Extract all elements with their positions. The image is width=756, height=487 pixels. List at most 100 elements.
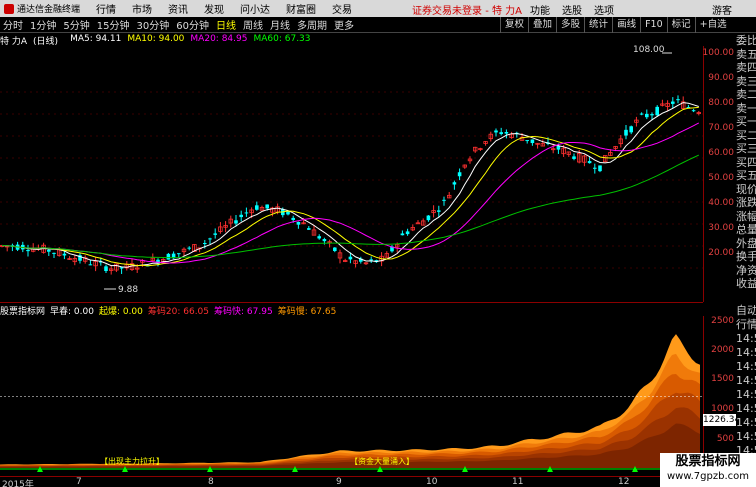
indicator-tick: 2500	[711, 316, 734, 326]
tab-monthly[interactable]: 月线	[270, 17, 290, 32]
candle-body	[639, 113, 644, 115]
statistics-button[interactable]: 统计	[584, 17, 612, 33]
menu-item-hangqing[interactable]: 行情	[96, 1, 116, 16]
candle-body	[499, 132, 503, 135]
candle-body	[624, 129, 628, 136]
side-panel-item: 卖二	[736, 88, 756, 101]
ma20-label: MA20: 84.95	[190, 34, 248, 44]
side-panel-item: 买三	[736, 142, 756, 155]
side-panel-item: 买二	[736, 128, 756, 142]
indicator-name[interactable]: 股票指标网	[0, 304, 45, 317]
side-panel-item: 14:5	[736, 360, 756, 373]
tab-5min[interactable]: 5分钟	[63, 17, 89, 32]
choumakuai-label: 筹码快: 67.95	[214, 307, 273, 317]
price-tick: 40.00	[708, 198, 734, 208]
indicator-tick: 1000	[711, 404, 734, 414]
menu-item-jiaoyi[interactable]: 交易	[332, 1, 352, 16]
candle-body	[650, 114, 654, 116]
indicator-chart[interactable]: 【出现主力拉升】 【资金大量涌入】	[0, 316, 703, 476]
side-panel-item: 外盘	[736, 236, 756, 250]
login-warning-text: 证券交易未登录	[412, 6, 482, 17]
side-panel-item: 卖四	[736, 61, 756, 74]
candle-body	[307, 228, 311, 230]
period-tabs: 分时 1分钟 5分钟 15分钟 30分钟 60分钟 日线 周线 月线 多周期 更…	[0, 17, 361, 32]
price-axis: 100.00 90.00 80.00 70.00 60.00 50.00 40.…	[703, 46, 736, 302]
indicator-tick: 1500	[711, 374, 734, 384]
candle-body	[255, 205, 259, 210]
side-panel-item: 14:5	[736, 346, 756, 359]
side-panel-item: 收益	[736, 277, 756, 290]
time-tick: 12	[618, 477, 630, 487]
mark-button[interactable]: 标记	[666, 17, 695, 33]
price-tick: 20.00	[708, 248, 734, 258]
tab-60min[interactable]: 60分钟	[176, 17, 209, 32]
login-warning[interactable]: 证券交易未登录 - 特 力A	[412, 2, 522, 17]
qibao-label: 起爆: 0.00	[98, 307, 143, 317]
menu-item-xuanxiang[interactable]: 选项	[594, 2, 614, 17]
side-panel-item: 净资	[736, 263, 756, 277]
tab-weekly[interactable]: 周线	[243, 17, 263, 32]
tab-1min[interactable]: 1分钟	[30, 17, 56, 32]
side-panel-item: 14:5	[736, 374, 756, 387]
ma10-label: MA10: 94.00	[127, 34, 185, 44]
candle-body	[530, 139, 535, 144]
price-tick: 50.00	[708, 173, 734, 183]
watermark-url: www.7gpzb.com	[667, 471, 749, 482]
tab-15min[interactable]: 15分钟	[97, 17, 130, 32]
candle-body	[177, 253, 181, 255]
app-title: 通达信金融终端	[0, 2, 80, 15]
choumaman-label: 筹码慢: 67.65	[277, 307, 337, 317]
candle-body	[208, 238, 212, 240]
draw-line-button[interactable]: 画线	[612, 17, 640, 33]
zaochun-label: 早春: 0.00	[50, 307, 94, 317]
side-panel-item: 14:5	[736, 332, 756, 345]
current-indicator-value: 1226.34	[703, 414, 741, 426]
tab-30min[interactable]: 30分钟	[136, 17, 169, 32]
menu-item-gongneng[interactable]: 功能	[530, 2, 550, 17]
side-panel-item: 卖五	[736, 47, 756, 61]
menu-item-wenxiaoda[interactable]: 问小达	[240, 1, 270, 16]
guest-button[interactable]: 游客	[712, 2, 732, 17]
time-axis: 2015年 7 8 9 10 11 12	[0, 476, 703, 487]
price-tick: 70.00	[708, 123, 734, 133]
candle-body	[333, 247, 337, 251]
price-tick: 90.00	[708, 73, 734, 83]
candle-body	[504, 131, 509, 134]
peak-price-label: 108.00	[633, 45, 665, 55]
quote-side-panel: 委比 卖五 卖四 卖三 卖二 卖一 买一 买二 买三 买四 买五 现价 涨跌 涨幅 总量 外盘 换手 净资 收益	[736, 34, 756, 304]
candle-body	[291, 217, 295, 220]
fuquan-button[interactable]: 复权	[500, 17, 528, 33]
main-menu: 行情 市场 资讯 发现 问小达 财富圈 交易	[80, 1, 352, 16]
candle-body	[104, 266, 108, 272]
side-panel-item: 14:5	[736, 402, 756, 415]
side-panel-item: 涨跌	[736, 196, 756, 209]
tab-fenshi[interactable]: 分时	[3, 17, 23, 32]
candle-body	[47, 249, 51, 252]
menu-item-zixun[interactable]: 资讯	[168, 1, 188, 16]
f10-button[interactable]: F10	[640, 17, 667, 33]
price-tick: 100.00	[702, 48, 735, 58]
candle-body	[26, 250, 30, 252]
menu-item-faxian[interactable]: 发现	[204, 1, 224, 16]
kline-chart[interactable]	[0, 46, 703, 302]
menu-item-caifuquan[interactable]: 财富圈	[286, 1, 316, 16]
time-tick: 11	[512, 477, 524, 487]
menu-item-shichang[interactable]: 市场	[132, 1, 152, 16]
add-favorite-button[interactable]: +自选	[694, 17, 731, 33]
candle-body	[88, 264, 93, 266]
side-panel-item: 买五	[736, 169, 756, 182]
right-menu: 功能 选股 选项	[530, 2, 626, 17]
tab-more[interactable]: 更多	[334, 17, 354, 32]
pane-divider[interactable]	[0, 302, 703, 303]
time-tick: 7	[76, 477, 82, 487]
multi-stock-button[interactable]: 多股	[556, 17, 584, 33]
price-tick: 30.00	[708, 223, 734, 233]
indicator-tick: 500	[716, 434, 734, 444]
candle-body	[166, 253, 171, 260]
tab-daily[interactable]: 日线	[216, 17, 236, 32]
tab-multi-period[interactable]: 多周期	[297, 17, 327, 32]
menu-item-xuangu[interactable]: 选股	[562, 2, 582, 17]
indicator-tick: 2000	[711, 345, 734, 355]
candle-body	[437, 210, 441, 212]
overlay-button[interactable]: 叠加	[528, 17, 556, 33]
